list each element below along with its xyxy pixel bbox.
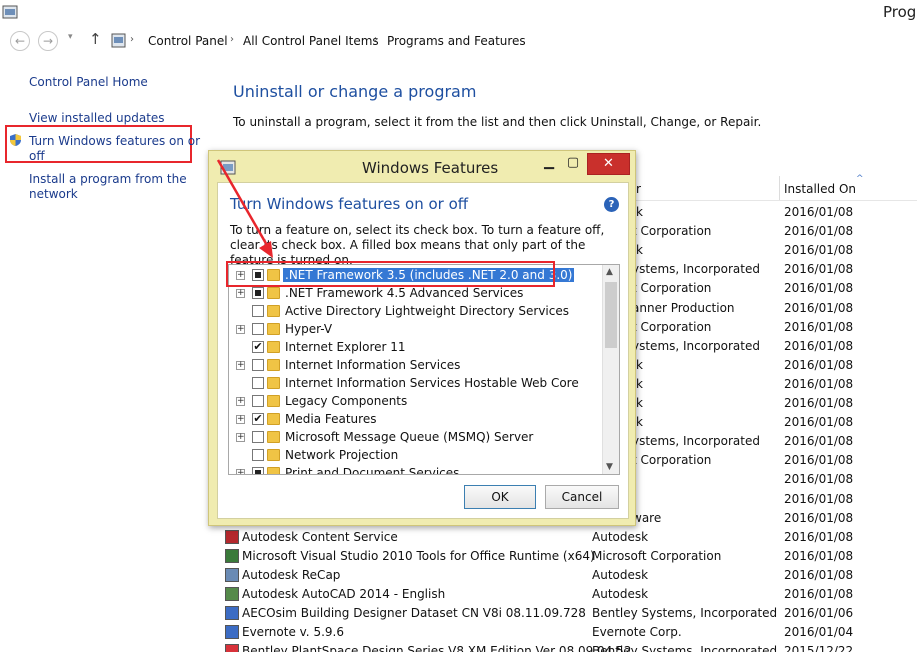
annotation-arrow	[216, 159, 273, 258]
programs-and-features-window: { "window": {"title": "Progr"}, "address…	[0, 0, 917, 652]
